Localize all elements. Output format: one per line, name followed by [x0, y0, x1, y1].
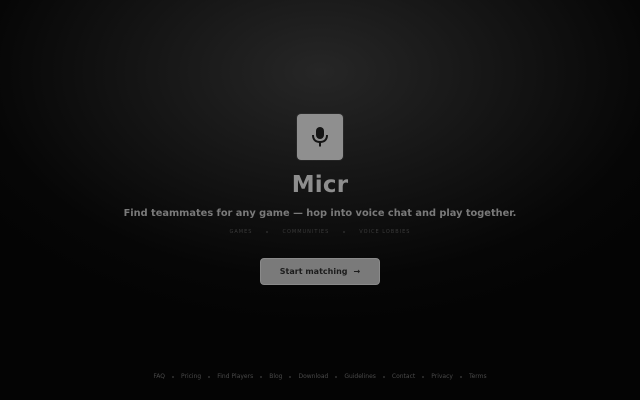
tag-communities: COMMUNITIES — [282, 229, 330, 235]
feature-tags: GAMES COMMUNITIES VOICE LOBBIES — [0, 229, 640, 235]
footer-link-privacy[interactable]: Privacy — [431, 373, 453, 380]
footer-separator — [171, 375, 174, 378]
footer-link-terms[interactable]: Terms — [469, 373, 487, 380]
footer-link-faq[interactable]: FAQ — [153, 373, 165, 380]
footer-link-find-players[interactable]: Find Players — [217, 373, 253, 380]
app-logo — [297, 114, 343, 160]
tag-games: GAMES — [229, 229, 253, 235]
footer-separator — [459, 375, 462, 378]
footer-separator — [335, 375, 338, 378]
tag-separator — [266, 231, 269, 233]
hero-tagline: Find teammates for any game — hop into v… — [123, 208, 517, 219]
footer-link-blog[interactable]: Blog — [269, 373, 282, 380]
tag-voice-lobbies: VOICE LOBBIES — [359, 229, 411, 235]
footer-link-guidelines[interactable]: Guidelines — [344, 373, 376, 380]
footer-separator — [289, 375, 292, 378]
footer-link-contact[interactable]: Contact — [392, 373, 415, 380]
tag-separator — [343, 231, 346, 233]
footer-link-download[interactable]: Download — [298, 373, 328, 380]
start-matching-button[interactable]: Start matching → — [260, 258, 380, 285]
arrow-right-icon: → — [353, 267, 361, 276]
footer-separator — [208, 375, 211, 378]
footer-link-pricing[interactable]: Pricing — [181, 373, 201, 380]
brand-name: Micr — [291, 172, 349, 198]
landing-page: Micr Find teammates for any game — hop i… — [0, 0, 640, 400]
start-matching-label: Start matching — [279, 267, 348, 276]
microphone-icon — [312, 127, 328, 147]
footer-separator — [422, 375, 425, 378]
footer-nav: FAQ Pricing Find Players Blog Download G… — [0, 373, 640, 380]
footer-separator — [382, 375, 385, 378]
footer-separator — [260, 375, 263, 378]
